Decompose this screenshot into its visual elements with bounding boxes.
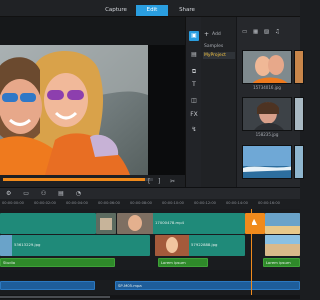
thumbnail-1-label: 15734016.jpg: [253, 85, 281, 90]
fx-icon[interactable]: FX: [189, 110, 199, 120]
thumbnail-3[interactable]: [242, 145, 292, 179]
thumbnail-6[interactable]: [294, 145, 304, 179]
selfie-video-frame: [0, 45, 148, 175]
instant-project-icon[interactable]: ▤: [189, 50, 199, 60]
music-clip[interactable]: [0, 281, 95, 290]
library-panel: + Add Samples MyProject Browse ▭ ▦ ▨ ♫ 1…: [201, 17, 304, 200]
title-clip[interactable]: Lorem ipsum: [158, 258, 208, 267]
add-folder-label[interactable]: Add: [212, 32, 221, 37]
timeline-ruler[interactable]: 00:00:00:00 00:00:02:00 00:00:04:00 00:0…: [0, 199, 300, 209]
music-clip[interactable]: SP-M05.mpa: [115, 281, 300, 290]
mark-out-icon[interactable]: ]: [158, 178, 160, 186]
ruler-tick: 00:00:14:00: [226, 201, 248, 205]
thumbnail-2-label: 158235.jpg: [255, 132, 279, 137]
library-filter-icons[interactable]: ▭ ▦ ▨ ♫: [242, 29, 282, 35]
video-preview[interactable]: [0, 45, 148, 175]
overlay-clip-thumbnail: [0, 235, 12, 256]
overlay-clip[interactable]: [265, 235, 300, 256]
title-clip-label: Lorem ipsum: [161, 260, 186, 265]
overlay-clip[interactable]: 53613229.jpg: [0, 235, 150, 256]
ruler-tick: 00:00:12:00: [194, 201, 216, 205]
media-grid: ▭ ▦ ▨ ♫ 15734016.jpg 158235.jpg: [238, 17, 304, 187]
timeline-toolbar: ⚙ ▭ ⚇ ▤ ◔: [0, 187, 300, 199]
video-clip[interactable]: [265, 213, 300, 234]
title-clip-label: Lorem ipsum: [266, 260, 291, 265]
overlay-clip[interactable]: 57922888.jpg: [155, 235, 245, 256]
thumbnail-2-image: [243, 98, 291, 130]
scrubber-progress: [3, 178, 145, 181]
transition-clip[interactable]: [96, 213, 116, 234]
video-clip-thumbnail: [117, 213, 153, 234]
thumbnail-6-image: [295, 146, 303, 178]
ruler-tick: 00:00:06:00: [98, 201, 120, 205]
video-clip-label: 17000478.mp4: [155, 220, 185, 225]
mark-in-icon[interactable]: [: [148, 178, 150, 186]
title-clip[interactable]: Lorem ipsum: [263, 258, 300, 267]
timeline-scrollbar[interactable]: [0, 295, 300, 299]
thumbnail-1[interactable]: [242, 50, 292, 84]
thumbnail-2[interactable]: [242, 97, 292, 131]
tab-share[interactable]: Share: [168, 5, 206, 16]
ruler-tick: 00:00:08:00: [130, 201, 152, 205]
thumbnail-5[interactable]: [294, 97, 304, 131]
ruler-tick: 00:00:16:00: [258, 201, 280, 205]
add-folder-icon[interactable]: +: [204, 31, 209, 38]
tab-edit[interactable]: Edit: [136, 5, 168, 16]
thumbnail-3-image: [243, 146, 291, 178]
path-icon[interactable]: ↯: [189, 125, 199, 135]
overlay-clip-label: 53613229.jpg: [14, 242, 41, 247]
timeline-tool-icons[interactable]: ⚙ ▭ ⚇ ▤ ◔: [6, 190, 86, 197]
media-icon[interactable]: ▣: [189, 31, 199, 41]
tab-capture[interactable]: Capture: [96, 5, 136, 16]
overlay-clip-thumbnail: [265, 235, 300, 256]
ruler-tick: 00:00:04:00: [66, 201, 88, 205]
playhead-line[interactable]: [251, 209, 252, 295]
title-icon[interactable]: T: [189, 80, 199, 90]
transition-thumbnail: [96, 213, 116, 234]
transition-icon[interactable]: ⧉: [189, 67, 199, 77]
library-tree: + Add Samples MyProject Browse: [201, 17, 237, 200]
timeline-scroll-thumb[interactable]: [0, 296, 110, 298]
title-clip-label: Studio: [3, 260, 16, 265]
overlay-clip-thumbnail: [155, 235, 189, 256]
library-tool-column: ▣ ▤ ⧉ T ◫ FX ↯: [185, 17, 201, 187]
video-clip[interactable]: [0, 213, 96, 234]
preview-letterbox: [148, 45, 185, 175]
timeline-tracks: 17000478.mp4 ▲ 53613229.jpg 57922888.jpg…: [0, 209, 300, 300]
title-clip[interactable]: Studio: [0, 258, 115, 267]
ruler-tick: 00:00:00:00: [2, 201, 24, 205]
overlay-clip-label: 57922888.jpg: [191, 242, 218, 247]
thumbnail-5-image: [295, 98, 303, 130]
mode-bar: Capture Edit Share: [0, 0, 300, 17]
playhead-marker-clip[interactable]: ▲: [245, 213, 265, 234]
thumbnail-1-image: [243, 51, 291, 83]
tree-item-myproject[interactable]: MyProject: [203, 52, 235, 59]
preview-panel: ▶ ■ ⏮ ⏭ [ ] ✂ 00:00:15:00 🔈 ⛶: [0, 17, 185, 204]
thumbnail-4[interactable]: [294, 50, 304, 84]
ruler-tick: 00:00:10:00: [162, 201, 184, 205]
tree-item-samples[interactable]: Samples: [204, 44, 236, 51]
voice-track[interactable]: [0, 270, 300, 280]
thumbnail-4-image: [295, 51, 303, 83]
music-clip-label: SP-M05.mpa: [118, 283, 142, 288]
graphic-icon[interactable]: ◫: [189, 96, 199, 106]
video-clip[interactable]: 17000478.mp4: [117, 213, 245, 234]
cut-icon[interactable]: ✂: [170, 178, 175, 186]
ruler-tick: 00:00:02:00: [34, 201, 56, 205]
video-clip-thumbnail: [265, 213, 300, 234]
